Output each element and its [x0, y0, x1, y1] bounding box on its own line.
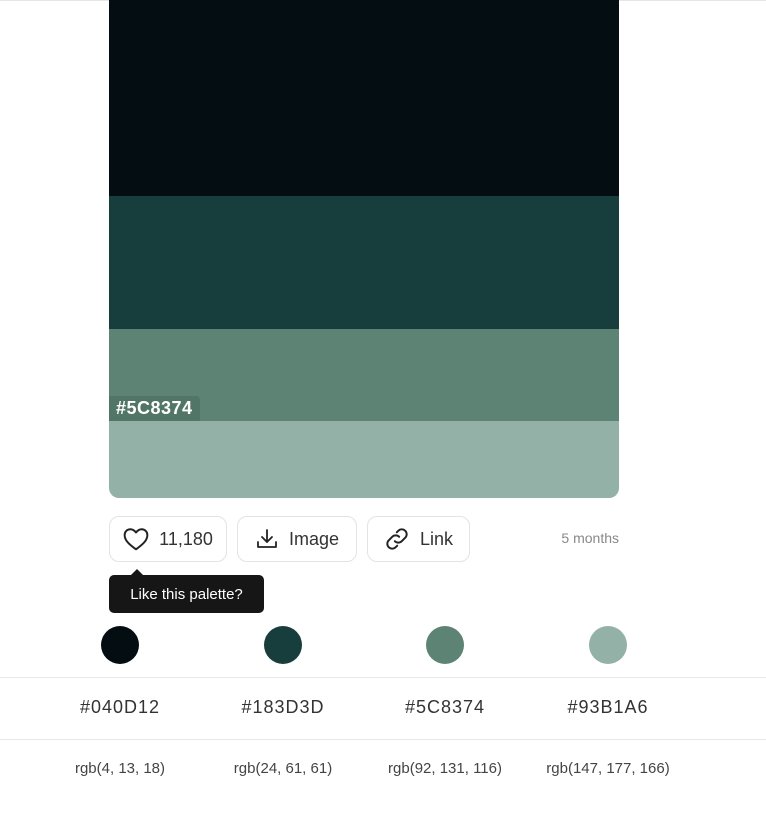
- swatch-2[interactable]: [109, 196, 619, 329]
- color-dot-1[interactable]: [101, 626, 139, 664]
- hex-value[interactable]: #93B1A6: [508, 697, 708, 718]
- swatch-3[interactable]: #5C8374: [109, 329, 619, 421]
- download-image-button[interactable]: Image: [237, 516, 357, 562]
- like-tooltip: Like this palette?: [109, 569, 264, 613]
- swatch-4[interactable]: [109, 421, 619, 498]
- link-icon: [384, 526, 410, 552]
- color-dot-3[interactable]: [426, 626, 464, 664]
- image-label: Image: [288, 528, 340, 549]
- download-icon: [255, 527, 279, 551]
- palette-preview: #5C8374: [109, 0, 619, 498]
- like-count: 11,180: [159, 528, 213, 549]
- like-button[interactable]: 11,180: [109, 516, 227, 562]
- color-dot-4[interactable]: [589, 626, 627, 664]
- divider: [0, 739, 766, 740]
- divider: [0, 677, 766, 678]
- color-dot-2[interactable]: [264, 626, 302, 664]
- copy-link-button[interactable]: Link: [367, 516, 470, 562]
- color-dots: [0, 626, 766, 664]
- swatch-1[interactable]: [109, 0, 619, 196]
- palette-date: 5 months: [561, 530, 619, 546]
- link-label: Link: [419, 528, 454, 549]
- swatch-hex-label: #5C8374: [109, 396, 200, 421]
- heart-icon: [123, 527, 149, 551]
- rgb-value[interactable]: rgb(147, 177, 166): [508, 760, 708, 777]
